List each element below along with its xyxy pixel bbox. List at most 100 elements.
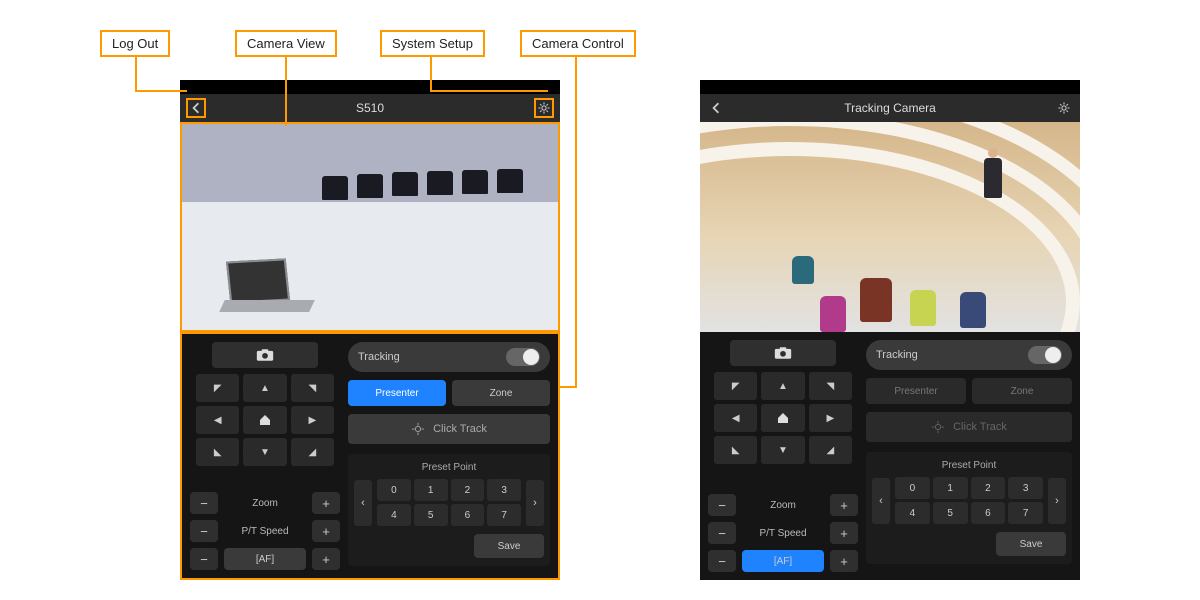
callout-line xyxy=(560,386,577,388)
preset-5[interactable]: 5 xyxy=(933,502,968,524)
camera-feed-image xyxy=(182,124,558,330)
zoom-minus[interactable]: − xyxy=(708,494,736,516)
preset-1[interactable]: 1 xyxy=(933,477,968,499)
camera-control-panel: ◤ ▲ ◥ ◀ ▶ ◣ ▼ ◢ − Zoom + − xyxy=(180,332,560,580)
zoom-minus[interactable]: − xyxy=(190,492,218,514)
page-title: S510 xyxy=(180,101,560,115)
preset-block: Preset Point ‹ 0 1 2 3 4 5 6 7 › Sav xyxy=(866,452,1072,564)
tracking-label: Tracking xyxy=(358,351,400,363)
settings-button[interactable] xyxy=(534,98,554,118)
af-plus[interactable]: + xyxy=(830,550,858,572)
snapshot-button[interactable] xyxy=(730,340,836,366)
ptspeed-control: − P/T Speed + xyxy=(190,520,340,542)
zoom-plus[interactable]: + xyxy=(830,494,858,516)
af-plus[interactable]: + xyxy=(312,548,340,570)
pan-down-right[interactable]: ◢ xyxy=(809,436,852,464)
pan-down[interactable]: ▼ xyxy=(243,438,286,466)
af-button[interactable]: [AF] xyxy=(224,548,306,570)
callout-system-setup: System Setup xyxy=(380,30,485,57)
ptspeed-minus[interactable]: − xyxy=(708,522,736,544)
pan-down[interactable]: ▼ xyxy=(761,436,804,464)
tracking-toggle[interactable] xyxy=(1028,346,1062,364)
preset-7[interactable]: 7 xyxy=(487,504,521,526)
pan-left[interactable]: ◀ xyxy=(714,404,757,432)
ptspeed-minus[interactable]: − xyxy=(190,520,218,542)
preset-2[interactable]: 2 xyxy=(971,477,1006,499)
status-bar xyxy=(700,80,1080,94)
pan-up-right[interactable]: ◥ xyxy=(809,372,852,400)
tracking-toggle-row: Tracking xyxy=(866,340,1072,370)
direction-pad: ◤ ▲ ◥ ◀ ▶ ◣ ▼ ◢ xyxy=(190,374,340,466)
pan-right[interactable]: ▶ xyxy=(809,404,852,432)
pan-up-left[interactable]: ◤ xyxy=(714,372,757,400)
preset-next[interactable]: › xyxy=(526,480,544,526)
preset-4[interactable]: 4 xyxy=(377,504,411,526)
click-track-label: Click Track xyxy=(433,423,487,435)
click-track-button[interactable]: Click Track xyxy=(866,412,1072,442)
zoom-plus[interactable]: + xyxy=(312,492,340,514)
preset-3[interactable]: 3 xyxy=(1008,477,1043,499)
preset-4[interactable]: 4 xyxy=(895,502,930,524)
click-track-button[interactable]: Click Track xyxy=(348,414,550,444)
preset-prev[interactable]: ‹ xyxy=(354,480,372,526)
save-button[interactable]: Save xyxy=(996,532,1066,556)
save-button[interactable]: Save xyxy=(474,534,544,558)
settings-button[interactable] xyxy=(1054,98,1074,118)
pan-home[interactable] xyxy=(243,406,286,434)
preset-block: Preset Point ‹ 0 1 2 3 4 5 6 7 › Sav xyxy=(348,454,550,566)
pan-up-left[interactable]: ◤ xyxy=(196,374,239,402)
preset-grid: 0 1 2 3 4 5 6 7 xyxy=(377,479,521,526)
preset-1[interactable]: 1 xyxy=(414,479,448,501)
home-icon xyxy=(777,412,789,424)
preset-0[interactable]: 0 xyxy=(377,479,411,501)
zone-mode-button[interactable]: Zone xyxy=(452,380,550,406)
af-control: − [AF] + xyxy=(190,548,340,570)
snapshot-button[interactable] xyxy=(212,342,318,368)
back-chevron-icon xyxy=(190,102,202,114)
back-button[interactable] xyxy=(706,98,726,118)
zone-mode-button[interactable]: Zone xyxy=(972,378,1072,404)
preset-2[interactable]: 2 xyxy=(451,479,485,501)
preset-6[interactable]: 6 xyxy=(451,504,485,526)
tracking-toggle[interactable] xyxy=(506,348,540,366)
zoom-label: Zoom xyxy=(224,498,306,509)
preset-6[interactable]: 6 xyxy=(971,502,1006,524)
zoom-control: − Zoom + xyxy=(190,492,340,514)
tracking-label: Tracking xyxy=(876,349,918,361)
preset-5[interactable]: 5 xyxy=(414,504,448,526)
callout-line xyxy=(135,90,187,92)
ptspeed-plus[interactable]: + xyxy=(830,522,858,544)
af-minus[interactable]: − xyxy=(190,548,218,570)
pan-down-left[interactable]: ◣ xyxy=(196,438,239,466)
pan-down-right[interactable]: ◢ xyxy=(291,438,334,466)
page-title: Tracking Camera xyxy=(700,101,1080,115)
callout-line xyxy=(430,90,548,92)
pan-up[interactable]: ▲ xyxy=(761,372,804,400)
pan-home[interactable] xyxy=(761,404,804,432)
pan-up-right[interactable]: ◥ xyxy=(291,374,334,402)
preset-prev[interactable]: ‹ xyxy=(872,478,890,524)
af-minus[interactable]: − xyxy=(708,550,736,572)
ptspeed-plus[interactable]: + xyxy=(312,520,340,542)
callout-camera-control: Camera Control xyxy=(520,30,636,57)
preset-7[interactable]: 7 xyxy=(1008,502,1043,524)
pan-right[interactable]: ▶ xyxy=(291,406,334,434)
pan-left[interactable]: ◀ xyxy=(196,406,239,434)
camera-icon xyxy=(774,346,792,360)
preset-next[interactable]: › xyxy=(1048,478,1066,524)
presenter-mode-button[interactable]: Presenter xyxy=(348,380,446,406)
af-button[interactable]: [AF] xyxy=(742,550,824,572)
ptspeed-control: − P/T Speed + xyxy=(708,522,858,544)
pan-down-left[interactable]: ◣ xyxy=(714,436,757,464)
ptz-column: ◤ ▲ ◥ ◀ ▶ ◣ ▼ ◢ − Zoom + − xyxy=(190,342,340,570)
pan-up[interactable]: ▲ xyxy=(243,374,286,402)
back-button[interactable] xyxy=(186,98,206,118)
preset-row: ‹ 0 1 2 3 4 5 6 7 › xyxy=(872,477,1066,524)
preset-0[interactable]: 0 xyxy=(895,477,930,499)
nav-bar: S510 xyxy=(180,94,560,122)
camera-view xyxy=(180,122,560,332)
nav-bar: Tracking Camera xyxy=(700,94,1080,122)
camera-icon xyxy=(256,348,274,362)
presenter-mode-button[interactable]: Presenter xyxy=(866,378,966,404)
preset-3[interactable]: 3 xyxy=(487,479,521,501)
